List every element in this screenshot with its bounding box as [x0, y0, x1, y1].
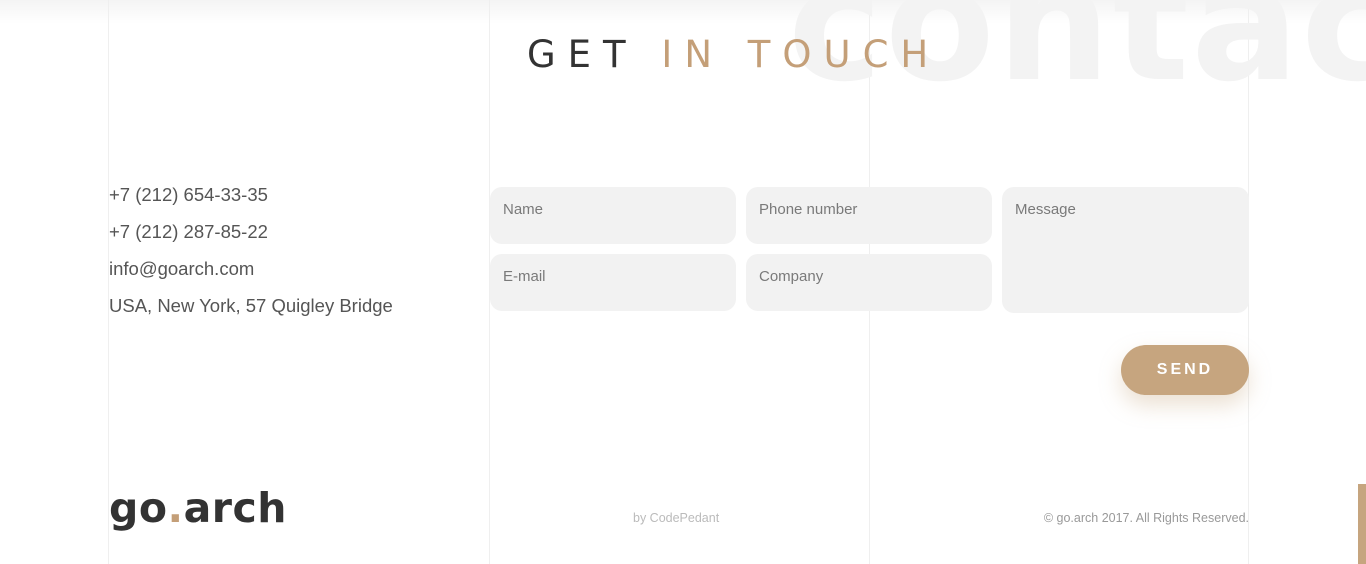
section-title: GET IN TOUCH [527, 33, 940, 76]
logo-text-arch: arch [183, 484, 287, 532]
title-part-2: IN TOUCH [661, 33, 941, 76]
phone-1[interactable]: +7 (212) 654-33-35 [109, 183, 393, 220]
email-link[interactable]: info@goarch.com [109, 257, 393, 294]
message-textarea[interactable]: Message [1002, 187, 1249, 313]
logo-text-go: go [109, 484, 168, 532]
address: USA, New York, 57 Quigley Bridge [109, 295, 393, 316]
phone-2[interactable]: +7 (212) 287-85-22 [109, 220, 393, 257]
logo[interactable]: go.arch [109, 484, 287, 532]
copyright-text: © go.arch 2017. All Rights Reserved. [1043, 511, 1249, 525]
email-input[interactable]: E-mail [490, 254, 736, 311]
company-input[interactable]: Company [746, 254, 992, 311]
name-input[interactable]: Name [490, 187, 736, 244]
logo-dot: . [167, 484, 184, 532]
credit-link[interactable]: by CodePedant [633, 511, 719, 525]
send-button[interactable]: SEND [1121, 345, 1249, 395]
contact-info: +7 (212) 654-33-35 +7 (212) 287-85-22 in… [109, 183, 393, 331]
phone-input[interactable]: Phone number [746, 187, 992, 244]
side-panel-handle[interactable] [1358, 484, 1366, 564]
title-part-1: GET [527, 33, 638, 76]
